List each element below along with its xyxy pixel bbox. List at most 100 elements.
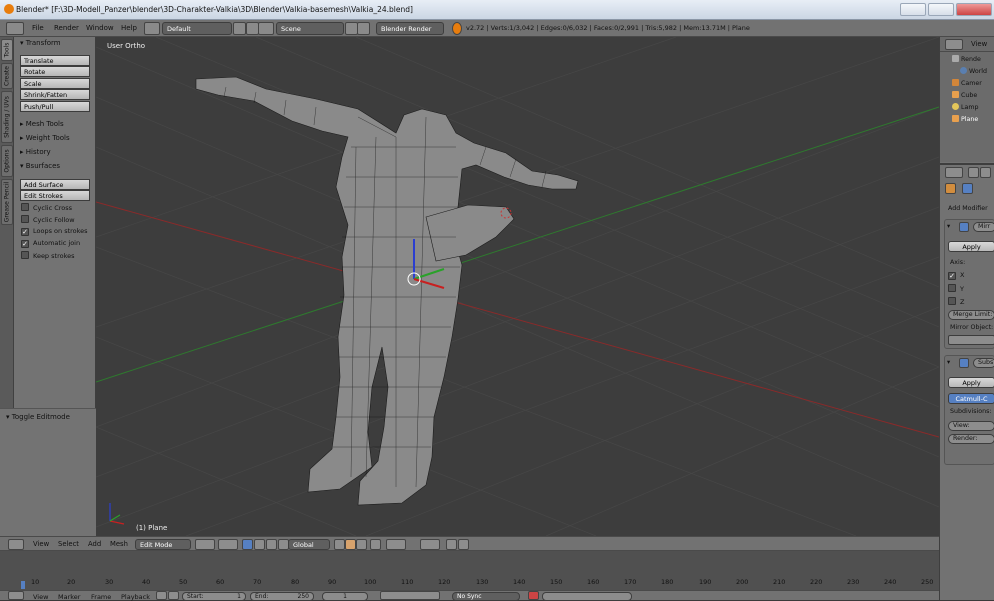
scene-select[interactable]: Scene: [276, 22, 344, 35]
view-levels-field[interactable]: View:: [948, 421, 994, 431]
add-surface-button[interactable]: Add Surface: [20, 179, 90, 190]
apply-button[interactable]: Apply: [948, 377, 994, 388]
mesh-tools-panel-header[interactable]: ▸ Mesh Tools: [20, 120, 64, 128]
tab-shading-uvs[interactable]: Shading / UVs: [1, 91, 13, 143]
automatic-join-checkbox[interactable]: ✓ Automatic join: [21, 239, 80, 248]
tab-grease-pencil[interactable]: Grease Pencil: [1, 179, 13, 225]
axis-z-checkbox[interactable]: Z: [948, 297, 964, 306]
editor-type-icon[interactable]: [6, 22, 24, 35]
editor-type-icon[interactable]: [8, 539, 24, 550]
render-levels-field[interactable]: Render:: [948, 434, 994, 444]
menu-window[interactable]: Window: [86, 24, 114, 32]
layout-select[interactable]: Default: [162, 22, 232, 35]
outliner-item-world[interactable]: World: [960, 67, 987, 75]
mirror-modifier-icon: [959, 222, 969, 232]
translate-button[interactable]: Translate: [20, 55, 90, 66]
render-preview-icon[interactable]: [446, 539, 457, 550]
outliner-item-cube[interactable]: Cube: [952, 91, 977, 99]
axis-y-checkbox[interactable]: Y: [948, 284, 964, 293]
viewport-shading-icon[interactable]: [195, 539, 215, 550]
push-pull-button[interactable]: Push/Pull: [20, 101, 90, 112]
layout-add-icon[interactable]: [233, 22, 246, 35]
preview-range-icon[interactable]: [156, 591, 167, 600]
menu-render[interactable]: Render: [54, 24, 79, 32]
tab-create[interactable]: Create: [1, 63, 13, 89]
scale-button[interactable]: Scale: [20, 78, 90, 89]
add-modifier-dropdown[interactable]: Add Modifier: [948, 205, 988, 212]
edge-select-icon[interactable]: [345, 539, 356, 550]
modifier-name-field[interactable]: Subs: [973, 358, 994, 368]
menu-view[interactable]: View: [971, 40, 987, 48]
timeline-header: View Marker Frame Playback Start: 1 End:…: [0, 590, 939, 601]
render-engine-select[interactable]: Blender Render: [376, 22, 444, 35]
cyclic-follow-checkbox[interactable]: Cyclic Follow: [21, 215, 75, 224]
cyclic-cross-checkbox[interactable]: Cyclic Cross: [21, 203, 72, 212]
context-scene-icon[interactable]: [980, 167, 991, 178]
editor-type-icon[interactable]: [8, 591, 24, 600]
limit-selection-icon[interactable]: [370, 539, 381, 550]
outliner-item-camera[interactable]: Camer: [952, 79, 982, 87]
transform-panel-header[interactable]: ▾ Transform: [20, 39, 61, 47]
orientation-select[interactable]: Global: [288, 539, 330, 550]
scene-icon[interactable]: [258, 22, 274, 35]
menu-help[interactable]: Help: [121, 24, 137, 32]
menu-view[interactable]: View: [33, 540, 49, 548]
merge-limit-field[interactable]: Merge Limit:: [948, 310, 994, 320]
toggle-editmode-header[interactable]: ▾ Toggle Editmode: [6, 413, 70, 421]
maximize-button[interactable]: [928, 3, 954, 16]
shrink-fatten-button[interactable]: Shrink/Fatten: [20, 89, 90, 100]
close-button[interactable]: [956, 3, 992, 16]
collapse-icon[interactable]: ▾: [947, 223, 950, 230]
menu-file[interactable]: File: [32, 24, 44, 32]
auto-keying-icon[interactable]: [528, 591, 539, 600]
loops-on-strokes-checkbox[interactable]: ✓ Loops on strokes: [21, 227, 88, 236]
editor-type-icon[interactable]: [945, 39, 963, 50]
collapse-icon[interactable]: ▾: [947, 359, 950, 366]
pivot-point-icon[interactable]: [218, 539, 238, 550]
menu-select[interactable]: Select: [58, 540, 79, 548]
3d-viewport[interactable]: User Ortho (1) Plane: [96, 37, 939, 536]
apply-button[interactable]: Apply: [948, 241, 994, 252]
editor-type-icon[interactable]: [945, 167, 963, 178]
manipulator-icon[interactable]: [242, 539, 253, 550]
active-object-label: (1) Plane: [136, 524, 168, 532]
menu-mesh[interactable]: Mesh: [110, 540, 128, 548]
tab-options[interactable]: Options: [1, 145, 13, 177]
catmull-clark-button[interactable]: Catmull-C: [948, 393, 994, 404]
tab-tools[interactable]: Tools: [1, 39, 13, 61]
vertex-select-icon[interactable]: [334, 539, 345, 550]
menu-add[interactable]: Add: [88, 540, 101, 548]
scene-remove-icon[interactable]: [357, 22, 370, 35]
outliner-item-lamp[interactable]: Lamp: [952, 103, 979, 111]
operator-panel: ▾ Toggle Editmode: [0, 408, 96, 536]
axis-x-checkbox[interactable]: ✓ X: [948, 271, 964, 280]
translate-manip-icon[interactable]: [254, 539, 265, 550]
opengl-render-icon[interactable]: [458, 539, 469, 550]
current-frame-marker[interactable]: [21, 581, 25, 589]
mirror-object-field[interactable]: [948, 335, 994, 345]
outliner-item-plane[interactable]: Plane: [952, 115, 978, 123]
proportional-edit-icon[interactable]: [386, 539, 406, 550]
modifier-wrench-icon[interactable]: [962, 183, 973, 194]
minimize-button[interactable]: [900, 3, 926, 16]
rotate-button[interactable]: Rotate: [20, 66, 90, 77]
edit-strokes-button[interactable]: Edit Strokes: [20, 190, 90, 201]
playback-controls-icon[interactable]: [380, 591, 440, 600]
modifier-name-field[interactable]: Mirr: [973, 222, 994, 232]
keep-strokes-checkbox[interactable]: Keep strokes: [21, 251, 75, 260]
mode-select[interactable]: Edit Mode: [135, 539, 191, 550]
x-axis-line: [96, 201, 939, 438]
context-render-icon[interactable]: [968, 167, 979, 178]
timeline[interactable]: 10 20 30 40 50 60 70 80 90 100 110 120 1…: [0, 551, 939, 590]
lock-range-icon[interactable]: [168, 591, 179, 600]
face-select-icon[interactable]: [356, 539, 367, 550]
snap-icon[interactable]: [420, 539, 440, 550]
mirror-object-label: Mirror Object:: [950, 324, 994, 331]
layout-icon[interactable]: [144, 22, 160, 35]
outliner-item-render[interactable]: Rende: [952, 55, 981, 63]
timeline-tick: 210: [773, 578, 786, 586]
weight-tools-panel-header[interactable]: ▸ Weight Tools: [20, 134, 70, 142]
history-panel-header[interactable]: ▸ History: [20, 148, 51, 156]
bsurfaces-panel-header[interactable]: ▾ Bsurfaces: [20, 162, 60, 170]
rotate-manip-icon[interactable]: [266, 539, 277, 550]
